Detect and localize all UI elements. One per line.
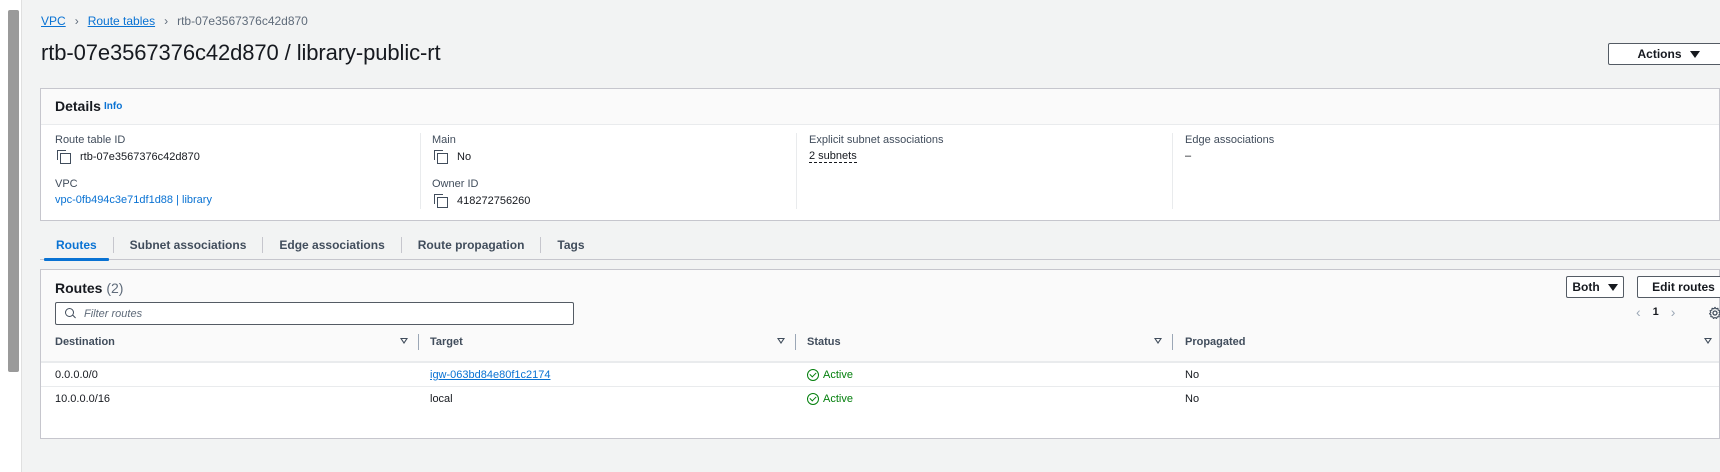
routes-header: Routes (2) Both Edit routes ‹ 1 ›	[41, 270, 1720, 362]
status-cell: Active	[807, 387, 853, 410]
details-column-3: Explicit subnet associations 2 subnets	[809, 133, 1169, 209]
route-filter-dropdown-label: Both	[1572, 280, 1600, 294]
tab-bar: Routes Subnet associations Edge associat…	[40, 230, 1720, 261]
routes-table-header: Destination Target Status Propagated	[41, 331, 1719, 353]
sort-icon[interactable]	[400, 338, 408, 344]
breadcrumb: VPC › Route tables › rtb-07e3567376c42d8…	[41, 14, 308, 28]
route-table-id-label: Route table ID	[55, 134, 126, 146]
tab-route-propagation[interactable]: Route propagation	[402, 230, 541, 260]
explicit-subnet-value: 2 subnets	[809, 150, 857, 163]
target-link[interactable]: igw-063bd84e80f1c2174	[430, 369, 551, 381]
status-text: Active	[823, 392, 853, 405]
breadcrumb-current: rtb-07e3567376c42d870	[177, 14, 308, 28]
propagated-cell: No	[1185, 392, 1200, 405]
column-divider	[420, 133, 421, 209]
column-header-target[interactable]: Target	[430, 331, 463, 353]
route-filter-dropdown[interactable]: Both	[1566, 276, 1624, 298]
tab-tags[interactable]: Tags	[541, 230, 600, 260]
copy-icon[interactable]	[57, 150, 71, 164]
column-resizer[interactable]	[795, 334, 796, 350]
caret-down-icon	[1689, 50, 1700, 58]
main-text: No	[457, 150, 472, 163]
owner-id-value: 418272756260	[432, 194, 531, 208]
breadcrumb-vpc-link[interactable]: VPC	[41, 14, 66, 28]
status-badge: Active	[807, 368, 853, 381]
sort-icon[interactable]	[1704, 338, 1712, 344]
route-table-id-text: rtb-07e3567376c42d870	[80, 150, 200, 163]
target-cell: local	[430, 392, 453, 405]
owner-id-text: 418272756260	[457, 194, 531, 207]
edit-routes-button[interactable]: Edit routes	[1637, 276, 1720, 298]
explicit-subnet-label: Explicit subnet associations	[809, 134, 944, 146]
sort-icon[interactable]	[1154, 338, 1162, 344]
details-column-2: Main No Owner ID 418272756260	[432, 133, 792, 209]
route-table-id-value: rtb-07e3567376c42d870	[55, 150, 200, 164]
actions-button[interactable]: Actions	[1608, 43, 1720, 65]
search-icon	[65, 308, 76, 319]
actions-button-label: Actions	[1637, 47, 1682, 61]
status-cell: Active	[807, 363, 853, 386]
details-title: Details	[55, 98, 101, 114]
tab-edge-associations[interactable]: Edge associations	[263, 230, 400, 260]
main-value: No	[432, 150, 472, 164]
edge-associations-text: –	[1185, 150, 1192, 162]
copy-icon[interactable]	[434, 150, 448, 164]
column-resizer[interactable]	[1172, 334, 1173, 350]
owner-id-label: Owner ID	[432, 178, 479, 190]
vpc-value: vpc-0fb494c3e71df1d88 | library	[55, 194, 212, 206]
sort-icon[interactable]	[777, 338, 785, 344]
chevron-right-icon[interactable]: ›	[1665, 304, 1682, 320]
column-resizer[interactable]	[418, 334, 419, 350]
column-divider	[796, 133, 797, 209]
details-panel: Details Info Route table ID rtb-07e35673…	[40, 88, 1720, 221]
propagated-cell: No	[1185, 368, 1200, 381]
filter-routes-input[interactable]	[84, 307, 564, 320]
caret-down-icon	[1607, 283, 1618, 291]
vpc-link[interactable]: vpc-0fb494c3e71df1d88 | library	[55, 194, 212, 206]
routes-title-text: Routes	[55, 280, 103, 296]
page-scrollbar[interactable]	[0, 0, 22, 472]
copy-icon[interactable]	[434, 194, 448, 208]
details-header: Details Info	[41, 89, 1719, 125]
routes-panel: Routes (2) Both Edit routes ‹ 1 ›	[40, 269, 1720, 439]
tab-routes[interactable]: Routes	[40, 230, 113, 261]
edge-associations-value: –	[1185, 150, 1191, 162]
routes-count: (2)	[106, 280, 124, 296]
page-title: rtb-07e3567376c42d870 / library-public-r…	[41, 40, 441, 65]
details-column-4: Edge associations –	[1185, 133, 1545, 209]
main-content: VPC › Route tables › rtb-07e3567376c42d8…	[22, 0, 1720, 472]
breadcrumb-route-tables-link[interactable]: Route tables	[88, 14, 155, 28]
destination-cell: 10.0.0.0/16	[55, 392, 111, 405]
routes-title: Routes (2)	[55, 280, 123, 296]
column-header-propagated[interactable]: Propagated	[1185, 331, 1246, 353]
target-cell: igw-063bd84e80f1c2174	[430, 363, 551, 386]
info-link[interactable]: Info	[104, 101, 122, 112]
check-circle-icon	[807, 368, 819, 381]
subnets-link[interactable]: 2 subnets	[809, 150, 857, 163]
pagination: ‹ 1 ›	[1630, 304, 1681, 320]
chevron-right-icon: ›	[74, 14, 79, 28]
column-divider	[1172, 133, 1173, 209]
column-header-destination[interactable]: Destination	[55, 331, 115, 353]
vpc-label: VPC	[55, 178, 78, 190]
column-header-status[interactable]: Status	[807, 331, 841, 353]
check-circle-icon	[807, 392, 819, 405]
filter-routes-field[interactable]	[55, 302, 574, 325]
chevron-right-icon: ›	[164, 14, 169, 28]
tab-subnet-associations[interactable]: Subnet associations	[114, 230, 263, 260]
status-badge: Active	[807, 392, 853, 405]
details-column-1: Route table ID rtb-07e3567376c42d870 VPC…	[55, 133, 415, 209]
table-row: 10.0.0.0/16 local Active No	[41, 386, 1719, 409]
edge-associations-label: Edge associations	[1185, 134, 1275, 146]
chevron-left-icon[interactable]: ‹	[1630, 304, 1647, 320]
scrollbar-thumb[interactable]	[8, 10, 19, 372]
main-label: Main	[432, 134, 456, 146]
page-number[interactable]: 1	[1653, 306, 1659, 318]
gear-icon[interactable]	[1708, 306, 1720, 320]
table-row: 0.0.0.0/0 igw-063bd84e80f1c2174 Active N…	[41, 362, 1719, 385]
status-text: Active	[823, 368, 853, 381]
destination-cell: 0.0.0.0/0	[55, 368, 98, 381]
edit-routes-button-label: Edit routes	[1652, 280, 1715, 294]
